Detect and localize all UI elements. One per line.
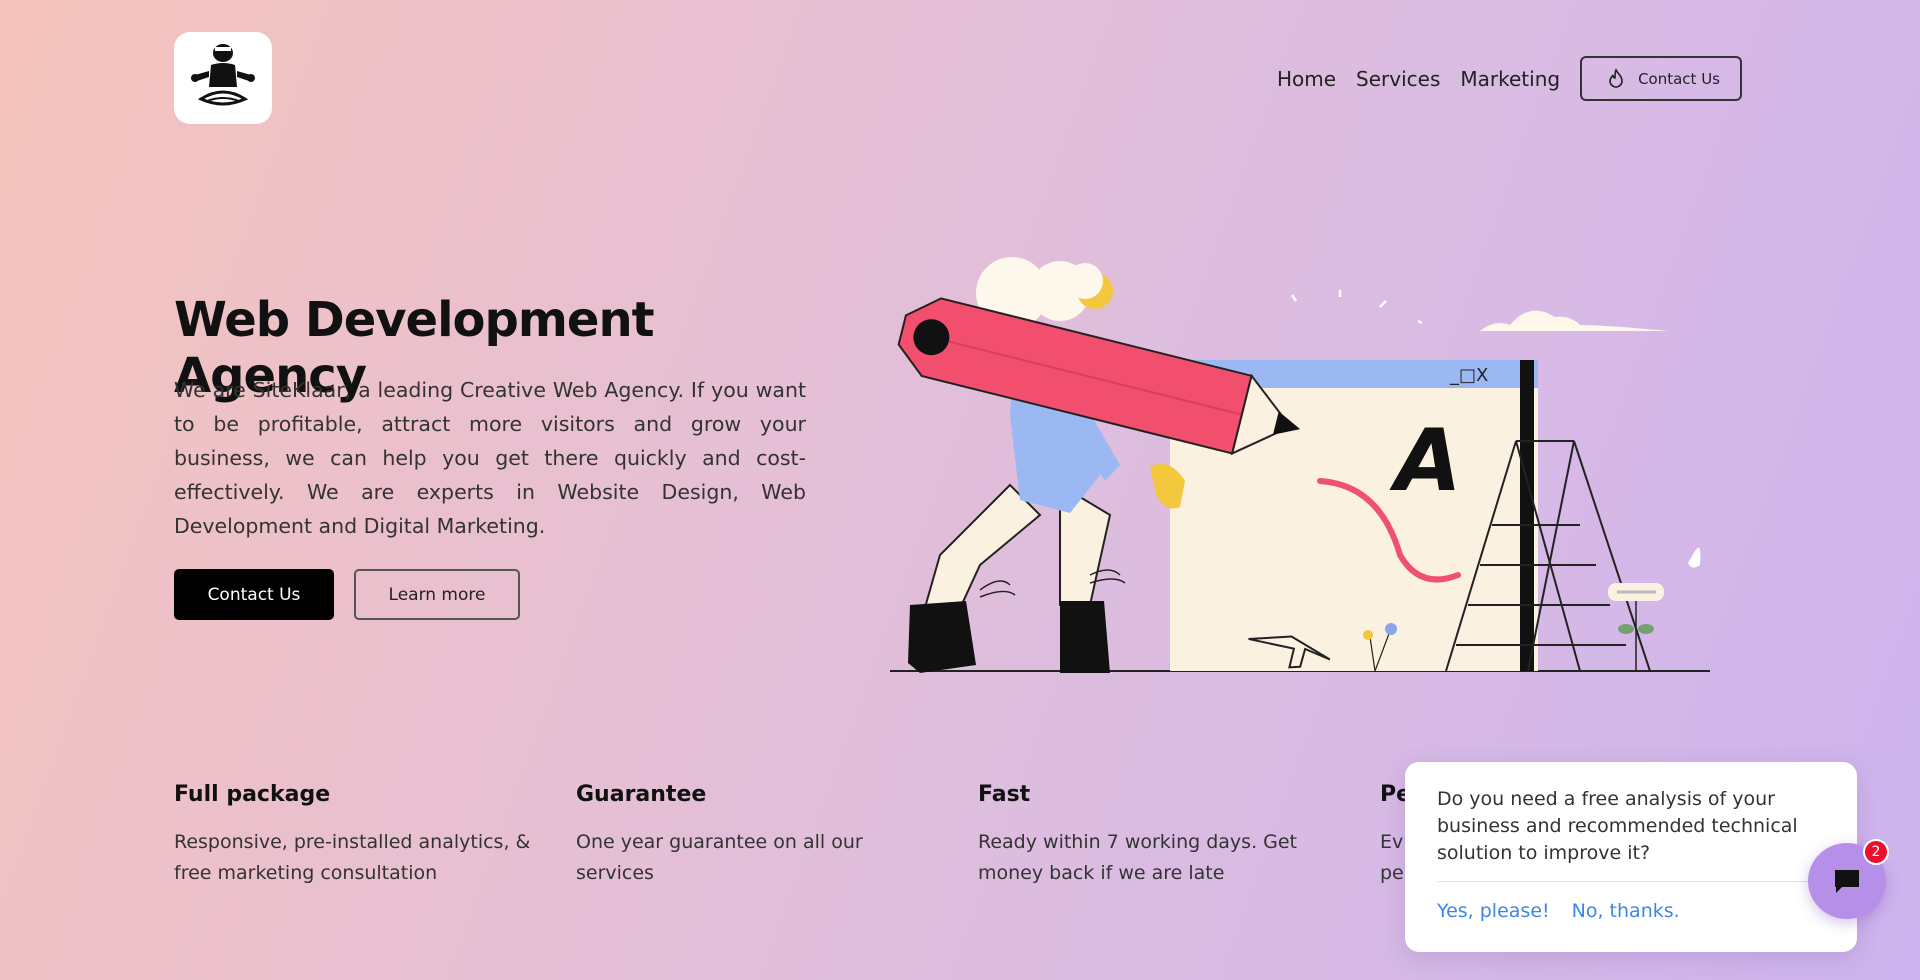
main-nav: Home Services Marketing Contact Us [1277, 56, 1742, 101]
chat-message-icon [1835, 870, 1859, 893]
hero-description: We are SiteKlaar, a leading Creative Web… [174, 378, 806, 538]
feature-text: Responsive, pre-installed analytics, & f… [174, 831, 531, 884]
cloud-shape [1480, 310, 1668, 331]
window-controls-text: _□X [1449, 365, 1488, 386]
canvas-letter: A [1389, 411, 1462, 511]
feature-text: One year guarantee on all our services [576, 831, 863, 884]
feature-title: Guarantee [576, 782, 707, 807]
site-logo[interactable] [174, 32, 272, 124]
chat-popup: Do you need a free analysis of your busi… [1405, 762, 1857, 952]
hero-learn-more-button[interactable]: Learn more [354, 569, 520, 620]
chat-popup-message: Do you need a free analysis of your busi… [1437, 788, 1798, 864]
chat-yes-link[interactable]: Yes, please! [1437, 900, 1550, 922]
chat-notification-badge: 2 [1863, 839, 1889, 865]
chat-no-link[interactable]: No, thanks. [1572, 900, 1680, 922]
feature-text: Ready within 7 working days. Get money b… [978, 831, 1298, 884]
nav-home[interactable]: Home [1277, 67, 1336, 91]
nav-marketing[interactable]: Marketing [1460, 67, 1560, 91]
feature-card: Full package Responsive, pre-installed a… [174, 782, 576, 889]
hero-illustration: _□X A [890, 257, 1710, 673]
hero-contact-button[interactable]: Contact Us [174, 569, 334, 620]
meditating-figure-logo-icon [191, 44, 255, 106]
feature-title: Fast [978, 782, 1031, 807]
flame-icon [1609, 67, 1623, 88]
feature-card: Fast Ready within 7 working days. Get mo… [978, 782, 1380, 889]
divider [1437, 881, 1809, 882]
chat-popup-actions: Yes, please! No, thanks. [1437, 900, 1825, 922]
feature-card: Guarantee One year guarantee on all our … [576, 782, 978, 889]
nav-services[interactable]: Services [1356, 67, 1440, 91]
feature-text: Ev pe [1380, 831, 1404, 884]
nav-contact-label: Contact Us [1638, 69, 1720, 88]
nav-contact-button[interactable]: Contact Us [1580, 56, 1742, 101]
feature-title: Full package [174, 782, 331, 807]
